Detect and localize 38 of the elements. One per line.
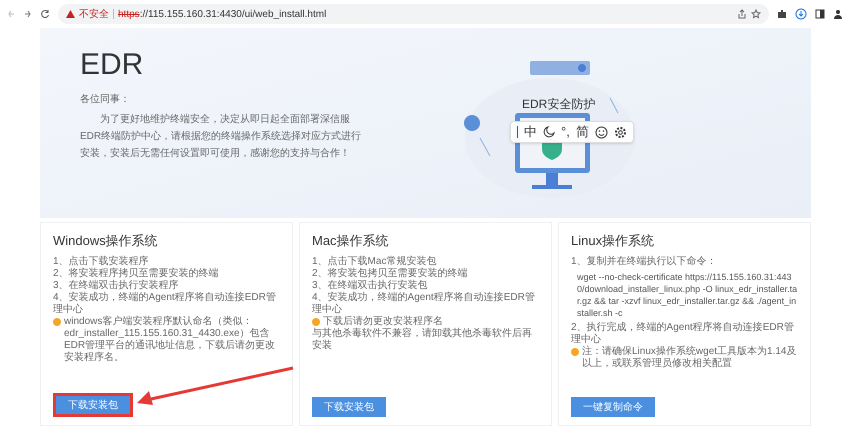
address-bar[interactable]: 不安全 https://115.155.160.31:4430/ui/web_install.html	[58, 4, 769, 24]
step-text: 3、在终端双击执行安装包	[312, 280, 429, 292]
punctuation-button[interactable]: °,	[561, 122, 570, 142]
download-icon[interactable]	[795, 8, 807, 20]
smiley-icon[interactable]	[594, 126, 608, 138]
script-button[interactable]: 简	[576, 122, 589, 142]
url-text: https://115.155.160.31:4430/ui/web_install.html	[118, 8, 326, 22]
forward-icon[interactable]	[24, 10, 32, 18]
step-text: 2、将安装包拷贝至需要安装的终端	[312, 268, 469, 280]
ime-mode-button[interactable]: 中	[524, 122, 537, 142]
step-text: 1、点击下载Mac常规安装包	[312, 256, 438, 268]
step-text: 2、将安装程序拷贝至需要安装的终端	[53, 268, 220, 280]
greeting-text: 各位同事：	[80, 92, 131, 107]
note-text: windows客户端安装程序默认命名（类似：edr_installer_115.155.160.31_4430.exe）包含EDR管理平台的通讯地址信息，下载后请勿更改安装程序名。	[64, 316, 276, 364]
illustration-label: EDR安全防护	[522, 96, 596, 113]
step-text: 3、在终端双击执行安装程序	[53, 280, 180, 292]
command-text: wget --no-check-certificate https://115.155.160.31:4430/download_installer_linux.php -O linux_edr_installer.tar.gz && tar -xzvf linux_edr_installer.tar.gz && ./agent_installer.sh -c	[576, 270, 798, 318]
warning-icon	[66, 10, 75, 18]
step-text: 与其他杀毒软件不兼容，请卸载其他杀毒软件后再安装	[312, 328, 533, 352]
reload-icon[interactable]	[40, 9, 50, 19]
moon-icon[interactable]	[543, 126, 555, 138]
share-icon[interactable]	[737, 9, 747, 19]
step-text: 1、点击下载安装程序	[53, 256, 150, 268]
profile-icon[interactable]	[833, 9, 843, 19]
step-text: 2、执行完成，终端的Agent程序将自动连接EDR管理中心	[571, 322, 795, 346]
note-text: 下载后请勿更改安装程序名	[323, 316, 443, 328]
card-title: Mac操作系统	[312, 232, 390, 250]
card-title: Windows操作系统	[53, 232, 159, 250]
page-title: EDR	[80, 50, 144, 80]
step-text: 4、安装成功，终端的Agent程序将自动连接EDR管理中心	[312, 292, 536, 316]
note-text: 注：请确保Linux操作系统wget工具版本为1.14及以上，或联系管理员修改相关配置	[582, 346, 798, 370]
welcome-message: 为了更好地维护终端安全，决定从即日起全面部署深信服EDR终端防护中心，请根据您的终端操作系统选择对应方式进行安装，安装后无需任何设置即可使用，感谢您的支持与合作！	[80, 112, 362, 161]
security-label: 不安全	[79, 8, 109, 22]
sidebar-icon[interactable]	[815, 9, 825, 19]
step-text: 1、复制并在终端执行以下命令：	[571, 256, 718, 268]
settings-icon[interactable]	[614, 126, 627, 138]
card-title: Linux操作系统	[571, 232, 656, 250]
star-icon[interactable]	[751, 9, 761, 19]
